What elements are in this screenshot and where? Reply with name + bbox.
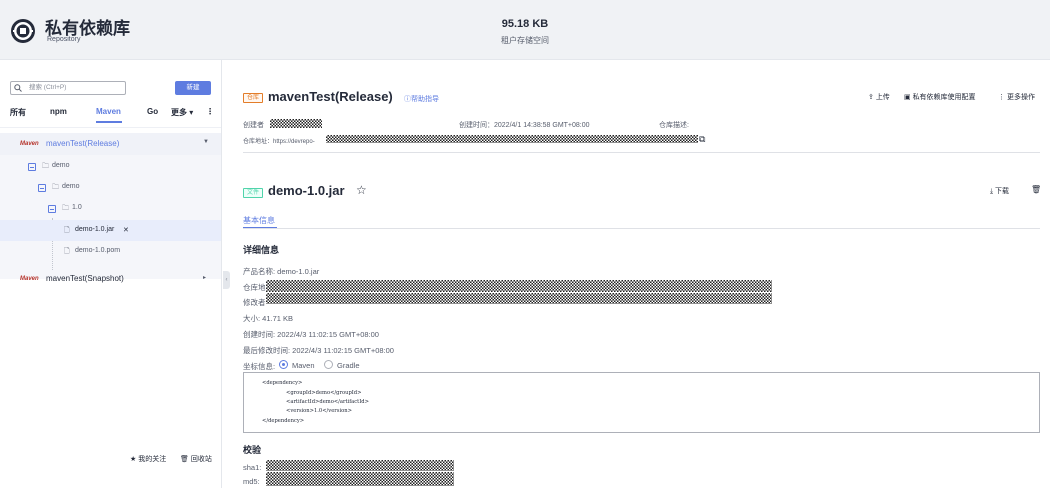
chevron-right-icon[interactable]: ▸ <box>203 274 206 281</box>
code-line: <version>1.0</version> <box>286 408 352 414</box>
tree-label: 1.0 <box>72 204 82 211</box>
config-button[interactable]: ▣ 私有依赖库使用配置 <box>904 92 976 102</box>
divider <box>243 228 1040 229</box>
file-tag: 文件 <box>243 188 264 198</box>
repo-name: mavenTest(Snapshot) <box>46 274 124 283</box>
tree-node-jar[interactable]: 🗋 demo-1.0.jar ✕ <box>0 220 221 241</box>
star-icon[interactable]: ☆ <box>356 183 367 197</box>
file-icon: 🗋 <box>64 248 70 255</box>
repo-name: mavenTest(Release) <box>46 139 120 148</box>
radio-gradle[interactable] <box>324 360 333 369</box>
download-button[interactable]: ⤓ 下载 <box>990 186 1009 196</box>
masked-repo-addr <box>266 280 772 292</box>
coord-label: 坐标信息: <box>243 362 276 371</box>
code-line: <groupId>demo</groupId> <box>286 390 362 396</box>
maven-badge: Maven <box>20 141 39 147</box>
copy-icon[interactable]: ⧉ <box>699 134 705 145</box>
md5-label: md5: <box>243 477 260 486</box>
search-input[interactable]: 搜索 (Ctrl+P) <box>10 81 126 95</box>
file-icon: 🗋 <box>64 227 70 234</box>
sidebar: 搜索 (Ctrl+P) 新建 所有 npm Maven Go 更多 ▾ ⋮ Ma… <box>0 60 222 488</box>
radio-gradle-label: Gradle <box>337 361 360 370</box>
tab-all[interactable]: 所有 <box>10 107 26 118</box>
tree-node-demo[interactable]: 🗀 demo <box>0 156 221 177</box>
radio-maven[interactable] <box>279 360 288 369</box>
product-name: 产品名称: demo-1.0.jar <box>243 267 320 276</box>
more-options-icon[interactable]: ⋮ <box>206 107 214 116</box>
tab-go[interactable]: Go <box>147 107 158 116</box>
created-time: 创建时间：2022/4/1 14:38:58 GMT+08:00 <box>459 122 590 129</box>
repo-type-tabs: 所有 npm Maven Go 更多 ▾ ⋮ <box>10 107 215 123</box>
tree-label: demo-1.0.jar <box>75 226 115 233</box>
upload-button[interactable]: ⇪ 上传 <box>868 92 890 102</box>
checksum-section-title: 校验 <box>243 445 262 455</box>
new-button[interactable]: 新建 <box>175 81 211 95</box>
tree-node-demo-sub[interactable]: 🗀 demo <box>0 177 221 198</box>
repo-item-release[interactable]: Maven mavenTest(Release) ▼ <box>0 133 221 155</box>
collapse-icon[interactable] <box>38 184 46 192</box>
masked-repo-address <box>326 135 698 143</box>
radio-maven-label: Maven <box>292 361 315 370</box>
collapse-icon[interactable] <box>28 163 36 171</box>
recycle-bin-link[interactable]: 🗑 回收站 <box>180 454 212 464</box>
search-icon <box>14 84 22 92</box>
tree-label: demo <box>52 162 70 169</box>
repo-address-label: 仓库地址：https://devrepo- <box>243 139 315 145</box>
tab-basic-info[interactable]: 基本信息 <box>243 215 275 226</box>
active-tab-indicator <box>96 121 122 123</box>
tree-label: demo-1.0.pom <box>75 247 121 254</box>
masked-md5 <box>266 472 454 486</box>
more-actions-button[interactable]: ⋮ 更多操作 <box>998 92 1035 102</box>
detail-section-title: 详细信息 <box>243 245 280 255</box>
repo-addr-label: 仓库地 <box>243 283 266 292</box>
tab-maven[interactable]: Maven <box>96 107 121 116</box>
storage-value: 95.18 KB <box>501 18 549 30</box>
file-size: 大小: 41.71 KB <box>243 314 294 323</box>
code-line: <dependency> <box>262 380 303 386</box>
modifier-label: 修改者 <box>243 298 266 307</box>
folder-icon: 🗀 <box>52 184 59 191</box>
masked-creator <box>270 119 322 128</box>
repo-tag: 仓库 <box>243 93 264 103</box>
tree-label: demo <box>62 183 80 190</box>
repo-title: mavenTest(Release) <box>268 89 393 104</box>
maven-badge: Maven <box>20 276 39 282</box>
top-bar: 私有依赖库 Repository 95.18 KB 租户存储空间 <box>0 0 1050 60</box>
masked-modifier <box>266 293 772 304</box>
delete-icon[interactable]: 🗑 <box>1031 185 1041 194</box>
sha1-label: sha1: <box>243 463 262 472</box>
code-line: </dependency> <box>262 418 305 424</box>
file-created: 创建时间: 2022/4/3 11:02:15 GMT+08:00 <box>243 330 379 339</box>
close-icon[interactable]: ✕ <box>123 226 129 234</box>
storage-label: 租户存储空间 <box>501 36 549 45</box>
folder-icon: 🗀 <box>62 205 69 212</box>
tab-npm[interactable]: npm <box>50 107 67 116</box>
dependency-code-box[interactable]: <dependency> <groupId>demo</groupId> <ar… <box>243 372 1040 433</box>
help-link[interactable]: ⓘ帮助指导 <box>404 94 439 104</box>
repo-item-snapshot[interactable]: Maven mavenTest(Snapshot) ▸ <box>0 268 221 290</box>
creator-label: 创建者 <box>243 122 264 129</box>
file-title: demo-1.0.jar <box>268 183 345 198</box>
code-line: <artifactId>demo</artifactId> <box>286 399 369 405</box>
divider <box>243 152 1040 153</box>
sidebar-collapse-handle[interactable]: ‹ <box>223 271 230 289</box>
collapse-icon[interactable] <box>48 205 56 213</box>
masked-sha1 <box>266 460 454 471</box>
chevron-down-icon[interactable]: ▼ <box>203 139 209 145</box>
folder-icon: 🗀 <box>42 163 49 170</box>
my-follow-link[interactable]: ★ 我的关注 <box>130 454 166 464</box>
tree-node-version[interactable]: 🗀 1.0 <box>0 198 221 219</box>
tab-more[interactable]: 更多 ▾ <box>171 107 193 118</box>
tree-node-pom[interactable]: 🗋 demo-1.0.pom <box>0 241 221 262</box>
divider <box>0 127 221 128</box>
repo-description-label: 仓库描述: <box>659 122 689 129</box>
file-modified: 最后修改时间: 2022/4/3 11:02:15 GMT+08:00 <box>243 346 394 355</box>
